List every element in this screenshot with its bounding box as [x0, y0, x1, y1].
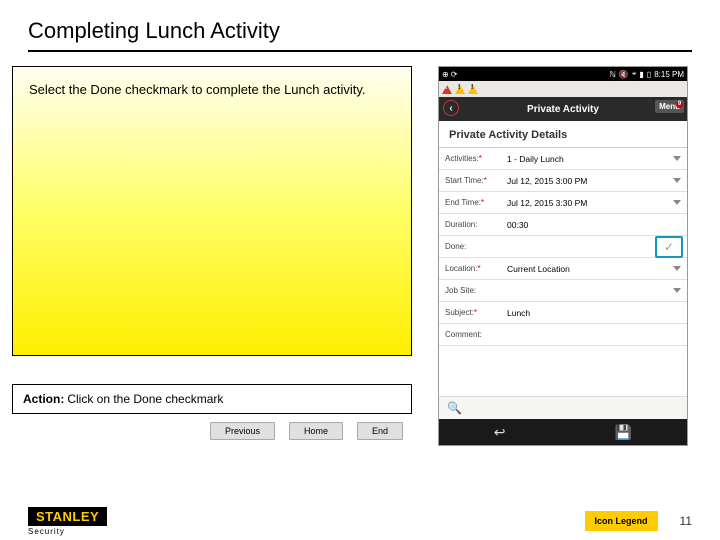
end-button[interactable]: End — [357, 422, 403, 440]
phone-mock: ⊕ ⟳ ℕ 🔇 ⌖ ▮ ▯ 8:15 PM ‹ Private Activity… — [438, 66, 688, 446]
save-icon[interactable]: 💾 — [615, 424, 632, 441]
alert-row — [439, 81, 687, 97]
row-done: Done: ✓ — [439, 236, 687, 258]
page-title: Completing Lunch Activity — [0, 0, 720, 50]
signal-icon: ▮ — [639, 70, 643, 79]
action-text: Click on the Done checkmark — [67, 392, 223, 406]
panel-title: Private Activity Details — [439, 121, 687, 148]
row-location[interactable]: Location:* Current Location — [439, 258, 687, 280]
row-end[interactable]: End Time:* Jul 12, 2015 3:30 PM — [439, 192, 687, 214]
title-rule — [28, 50, 692, 52]
content: Select the Done checkmark to complete th… — [0, 66, 720, 486]
row-jobsite[interactable]: Job Site: — [439, 280, 687, 302]
instruction-text: Select the Done checkmark to complete th… — [29, 82, 365, 97]
row-activities[interactable]: Activities:* 1 - Daily Lunch — [439, 148, 687, 170]
menu-badge: 9 — [676, 101, 683, 108]
back-icon[interactable]: ‹ — [443, 100, 459, 116]
warning-icon — [455, 85, 465, 94]
clock-text: 8:15 PM — [654, 70, 684, 79]
app-header: ‹ Private Activity Menu 9 — [439, 97, 687, 121]
back-nav-icon[interactable]: ↩ — [494, 424, 506, 441]
instruction-panel: Select the Done checkmark to complete th… — [12, 66, 412, 356]
warning-icon — [468, 85, 478, 94]
home-button[interactable]: Home — [289, 422, 343, 440]
nav-row: Previous Home End — [210, 422, 403, 440]
row-duration: Duration: 00:30 — [439, 214, 687, 236]
row-start[interactable]: Start Time:* Jul 12, 2015 3:00 PM — [439, 170, 687, 192]
page-number: 11 — [680, 514, 692, 528]
action-label: Action: — [23, 392, 64, 406]
row-subject[interactable]: Subject:* Lunch — [439, 302, 687, 324]
footer: STANLEY Security Icon Legend 11 — [0, 502, 720, 540]
chevron-down-icon — [673, 266, 681, 271]
row-comment[interactable]: Comment: — [439, 324, 687, 346]
chevron-down-icon — [673, 178, 681, 183]
battery-icon: ▯ — [647, 70, 651, 79]
nav-bar: ↩ 💾 — [439, 419, 687, 445]
menu-button[interactable]: Menu 9 — [655, 100, 684, 113]
action-bar: Action: Click on the Done checkmark — [12, 384, 412, 414]
alert-icon — [442, 85, 452, 94]
chevron-down-icon — [673, 156, 681, 161]
android-status-bar: ⊕ ⟳ ℕ 🔇 ⌖ ▮ ▯ 8:15 PM — [439, 67, 687, 81]
icon-legend-button[interactable]: Icon Legend — [585, 511, 658, 531]
plus-icon: ⊕ — [442, 70, 449, 79]
gps-icon: ⌖ — [632, 69, 637, 79]
header-title: Private Activity — [527, 104, 599, 115]
nfc-icon: ℕ — [610, 70, 616, 79]
check-icon: ✓ — [664, 240, 674, 254]
done-checkmark[interactable]: ✓ — [655, 236, 683, 258]
mute-icon: 🔇 — [619, 70, 629, 79]
refresh-icon: ⟳ — [451, 70, 458, 79]
chevron-down-icon — [673, 288, 681, 293]
search-icon[interactable]: 🔍 — [439, 396, 687, 419]
previous-button[interactable]: Previous — [210, 422, 275, 440]
brand-logo: STANLEY Security — [28, 507, 107, 536]
chevron-down-icon — [673, 200, 681, 205]
